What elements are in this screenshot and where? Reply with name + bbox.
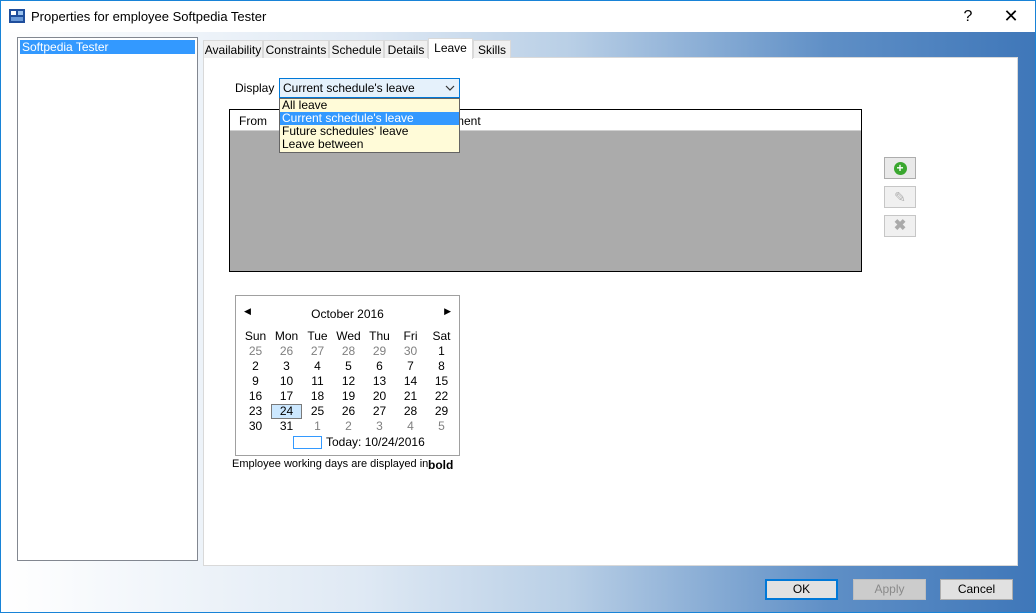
calendar-day[interactable]: 15	[426, 374, 457, 389]
day-name: Fri	[403, 329, 418, 343]
calendar-day[interactable]: 28	[395, 404, 426, 419]
calendar-title[interactable]: October 2016	[236, 307, 459, 321]
calendar-day[interactable]: 27	[364, 404, 395, 419]
day-name: Wed	[336, 329, 361, 343]
calendar-day[interactable]: 19	[333, 389, 364, 404]
title-bar: Properties for employee Softpedia Tester…	[1, 1, 1035, 32]
calendar-day[interactable]: 22	[426, 389, 457, 404]
calendar-day[interactable]: 20	[364, 389, 395, 404]
tab-leave[interactable]: Leave	[428, 38, 473, 59]
calendar-day[interactable]: 4	[395, 419, 426, 434]
delete-leave-button[interactable]: ✖	[884, 215, 916, 237]
dropdown-option-between[interactable]: Leave between	[280, 138, 459, 151]
calendar-day[interactable]: 29	[364, 344, 395, 359]
today-marker	[293, 436, 322, 449]
calendar-day[interactable]: 5	[426, 419, 457, 434]
calendar-day[interactable]: 25	[302, 404, 333, 419]
calendar-day[interactable]: 29	[426, 404, 457, 419]
employee-list-item[interactable]: Softpedia Tester	[20, 40, 195, 54]
calendar-day-today[interactable]: 24	[271, 404, 302, 419]
day-name: Thu	[369, 329, 390, 343]
calendar-day[interactable]: 12	[333, 374, 364, 389]
delete-icon: ✖	[893, 217, 907, 234]
calendar-day[interactable]: 3	[364, 419, 395, 434]
calendar-day[interactable]: 10	[271, 374, 302, 389]
tab-schedule[interactable]: Schedule	[329, 40, 384, 58]
calendar-day[interactable]: 2	[240, 359, 271, 374]
calendar-day[interactable]: 9	[240, 374, 271, 389]
calendar-day[interactable]: 2	[333, 419, 364, 434]
calendar-day[interactable]: 1	[302, 419, 333, 434]
calendar-day[interactable]: 25	[240, 344, 271, 359]
calendar-day[interactable]: 8	[426, 359, 457, 374]
calendar-day[interactable]: 16	[240, 389, 271, 404]
next-month-icon[interactable]: ▶	[444, 306, 451, 317]
tab-availability[interactable]: Availability	[203, 40, 263, 58]
cancel-button[interactable]: Cancel	[940, 579, 1013, 600]
calendar-day[interactable]: 11	[302, 374, 333, 389]
calendar-day[interactable]: 23	[240, 404, 271, 419]
calendar-day[interactable]: 28	[333, 344, 364, 359]
calendar-day[interactable]: 3	[271, 359, 302, 374]
calendar-day[interactable]: 26	[271, 344, 302, 359]
today-link[interactable]: Today: 10/24/2016	[326, 435, 425, 449]
day-name: Tue	[307, 329, 328, 343]
calendar-day[interactable]: 31	[271, 419, 302, 434]
calendar-day[interactable]: 30	[240, 419, 271, 434]
close-button[interactable]: ✕	[989, 1, 1033, 32]
edit-leave-button[interactable]: ✎	[884, 186, 916, 208]
calendar-day[interactable]: 21	[395, 389, 426, 404]
tab-constraints[interactable]: Constraints	[263, 40, 329, 58]
calendar-day[interactable]: 1	[426, 344, 457, 359]
tab-skills[interactable]: Skills	[473, 40, 511, 58]
calendar-day[interactable]: 30	[395, 344, 426, 359]
calendar-day[interactable]: 4	[302, 359, 333, 374]
calendar-day[interactable]: 13	[364, 374, 395, 389]
calendar-day[interactable]: 14	[395, 374, 426, 389]
properties-window: Properties for employee Softpedia Tester…	[0, 0, 1036, 613]
calendar-day[interactable]: 6	[364, 359, 395, 374]
calendar-day[interactable]: 5	[333, 359, 364, 374]
display-dropdown-list[interactable]: All leave Current schedule's leave Futur…	[279, 98, 460, 153]
calendar-day[interactable]: 17	[271, 389, 302, 404]
calendar-day[interactable]: 7	[395, 359, 426, 374]
ok-button[interactable]: OK	[765, 579, 838, 600]
calendar-day[interactable]: 18	[302, 389, 333, 404]
help-button[interactable]: ?	[946, 1, 990, 32]
day-name: Sat	[432, 329, 451, 343]
display-select-value: Current schedule's leave	[283, 81, 415, 95]
legend-bold-word: bold	[428, 458, 454, 472]
window-title: Properties for employee Softpedia Tester	[31, 9, 267, 24]
day-name: Mon	[274, 329, 299, 343]
month-calendar[interactable]: ◀ October 2016 ▶ Sun Mon Tue Wed Thu Fri…	[235, 295, 460, 456]
tab-details[interactable]: Details	[384, 40, 428, 58]
column-header-from[interactable]: From	[239, 114, 267, 128]
working-days-legend: Employee working days are displayed in	[232, 458, 429, 470]
day-name: Sun	[244, 329, 267, 343]
pencil-icon: ✎	[894, 189, 906, 205]
add-leave-button[interactable]: +	[884, 157, 916, 179]
apply-button[interactable]: Apply	[853, 579, 926, 600]
calendar-day[interactable]: 27	[302, 344, 333, 359]
display-label: Display	[235, 81, 275, 95]
calendar-day[interactable]: 26	[333, 404, 364, 419]
display-select[interactable]: Current schedule's leave	[279, 78, 460, 98]
app-icon	[9, 9, 25, 23]
add-icon: +	[893, 162, 907, 175]
employee-list[interactable]: Softpedia Tester	[17, 37, 198, 561]
